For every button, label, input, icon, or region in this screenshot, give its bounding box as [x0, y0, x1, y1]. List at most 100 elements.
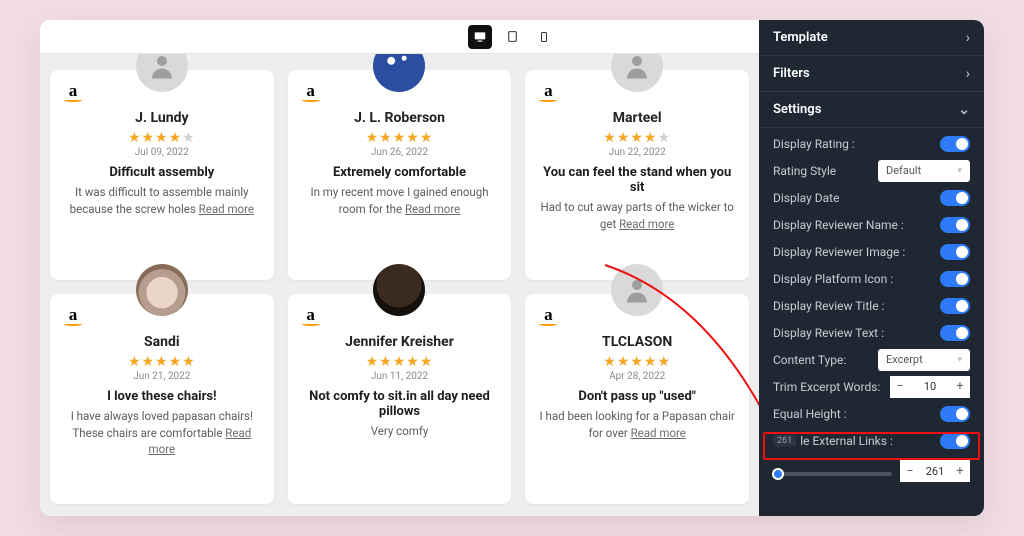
review-title: Extremely comfortable	[302, 165, 498, 180]
review-body: Very comfy	[302, 423, 498, 440]
stepper-increment[interactable]: +	[950, 460, 970, 482]
setting-display-review-text: Display Review Text :	[759, 319, 984, 346]
setting-slider: − 261 +	[759, 454, 984, 488]
review-body: I have always loved papasan chairs! Thes…	[64, 408, 260, 458]
review-body: It was difficult to assemble mainly beca…	[64, 184, 260, 217]
review-grid: aJ. Lundy★★★★★Jul 09, 2022Difficult asse…	[50, 70, 749, 504]
preview-area: aJ. Lundy★★★★★Jul 09, 2022Difficult asse…	[40, 54, 759, 516]
review-body: I had been looking for a Papasan chair f…	[539, 408, 735, 441]
avatar	[373, 264, 425, 316]
section-settings[interactable]: Settings ⌄	[759, 92, 984, 128]
setting-display-platform-icon: Display Platform Icon :	[759, 265, 984, 292]
setting-trim-excerpt: Trim Excerpt Words: − 10 +	[759, 373, 984, 400]
device-tablet-button[interactable]	[500, 25, 524, 49]
toggle-external-links[interactable]	[940, 433, 970, 449]
setting-display-reviewer-image: Display Reviewer Image :	[759, 238, 984, 265]
stepper-decrement[interactable]: −	[890, 376, 910, 398]
section-filters-label: Filters	[773, 66, 810, 81]
avatar	[611, 54, 663, 92]
section-filters[interactable]: Filters ›	[759, 56, 984, 92]
review-title: Don't pass up "used"	[539, 389, 735, 404]
read-more-link[interactable]: Read more	[199, 202, 254, 216]
select-rating-style[interactable]: Default▾	[878, 160, 970, 182]
reviewer-name: J. L. Roberson	[302, 110, 498, 126]
toggle-display-date[interactable]	[940, 190, 970, 206]
toggle-equal-height[interactable]	[940, 406, 970, 422]
setting-equal-height: Equal Height :	[759, 400, 984, 427]
avatar	[611, 264, 663, 316]
setting-display-review-title: Display Review Title :	[759, 292, 984, 319]
review-date: Jun 22, 2022	[539, 147, 735, 158]
toggle-display-review-text[interactable]	[940, 325, 970, 341]
review-date: Jun 21, 2022	[64, 371, 260, 382]
review-card: a J. L. Roberson ★★★★★Jun 26, 2022 Extremel…	[288, 70, 512, 280]
toggle-display-reviewer-image[interactable]	[940, 244, 970, 260]
platform-icon-amazon: a	[62, 306, 84, 328]
review-date: Jul 09, 2022	[64, 147, 260, 158]
toggle-display-platform-icon[interactable]	[940, 271, 970, 287]
review-body: In my recent move I gained enough room f…	[302, 184, 498, 217]
review-title: Not comfy to sit.in all day need pillows	[302, 389, 498, 419]
stepper-increment[interactable]: +	[950, 376, 970, 398]
review-card: a Jennifer Kreisher ★★★★★Jun 11, 2022 Not c…	[288, 294, 512, 504]
setting-rating-style: Rating Style Default▾	[759, 157, 984, 184]
rating-stars: ★★★★★	[539, 354, 735, 370]
review-card: a Sandi ★★★★★Jun 21, 2022 I love these chai…	[50, 294, 274, 504]
read-more-link[interactable]: Read more	[631, 426, 686, 440]
setting-external-links: 261 le External Links :	[759, 427, 984, 454]
stepper-decrement[interactable]: −	[900, 460, 920, 482]
select-content-type[interactable]: Excerpt▾	[878, 349, 970, 371]
stepper-slider-value[interactable]: − 261 +	[900, 460, 970, 482]
section-settings-label: Settings	[773, 102, 821, 117]
rating-stars: ★★★★★	[64, 130, 260, 146]
reviewer-name: Marteel	[539, 110, 735, 126]
app-stage: aJ. Lundy★★★★★Jul 09, 2022Difficult asse…	[40, 20, 984, 516]
toggle-display-rating[interactable]	[940, 136, 970, 152]
platform-icon-amazon: a	[537, 82, 559, 104]
avatar	[136, 264, 188, 316]
platform-icon-amazon: a	[300, 82, 322, 104]
chevron-down-icon: ⌄	[958, 102, 970, 118]
setting-content-type: Content Type: Excerpt▾	[759, 346, 984, 373]
review-date: Jun 11, 2022	[302, 371, 498, 382]
section-template-label: Template	[773, 30, 828, 45]
review-title: I love these chairs!	[64, 389, 260, 404]
width-slider[interactable]	[773, 472, 892, 476]
rating-stars: ★★★★★	[64, 354, 260, 370]
rating-stars: ★★★★★	[302, 354, 498, 370]
read-more-link[interactable]: Read more	[619, 217, 674, 231]
reviewer-name: Sandi	[64, 334, 260, 350]
review-card: a TLCLASON ★★★★★Apr 28, 2022 Don't pass up …	[525, 294, 749, 504]
device-desktop-button[interactable]	[468, 25, 492, 49]
review-card: a J. Lundy ★★★★★Jul 09, 2022 Difficult asse…	[50, 70, 274, 280]
read-more-link[interactable]: Read more	[405, 202, 460, 216]
reviewer-name: Jennifer Kreisher	[302, 334, 498, 350]
setting-display-reviewer-name: Display Reviewer Name :	[759, 211, 984, 238]
platform-icon-amazon: a	[62, 82, 84, 104]
section-template[interactable]: Template ›	[759, 20, 984, 56]
settings-panel: Display Rating : Rating Style Default▾ D…	[759, 128, 984, 496]
avatar	[373, 54, 425, 92]
reviewer-name: TLCLASON	[539, 334, 735, 350]
platform-icon-amazon: a	[300, 306, 322, 328]
chevron-down-icon: ▾	[957, 166, 962, 176]
chevron-right-icon: ›	[966, 66, 970, 82]
device-mobile-button[interactable]	[532, 25, 556, 49]
review-card: a Marteel ★★★★★Jun 22, 2022 You can feel th…	[525, 70, 749, 280]
review-date: Apr 28, 2022	[539, 371, 735, 382]
toggle-display-review-title[interactable]	[940, 298, 970, 314]
reviewer-name: J. Lundy	[64, 110, 260, 126]
read-more-link[interactable]: Read more	[149, 426, 252, 457]
review-title: Difficult assembly	[64, 165, 260, 180]
review-body: Had to cut away parts of the wicker to g…	[539, 199, 735, 232]
rating-stars: ★★★★★	[539, 130, 735, 146]
review-date: Jun 26, 2022	[302, 147, 498, 158]
setting-display-rating: Display Rating :	[759, 130, 984, 157]
stepper-trim-excerpt[interactable]: − 10 +	[890, 376, 970, 398]
toggle-display-reviewer-name[interactable]	[940, 217, 970, 233]
review-title: You can feel the stand when you sit	[539, 165, 735, 195]
platform-icon-amazon: a	[537, 306, 559, 328]
setting-display-date: Display Date	[759, 184, 984, 211]
rating-stars: ★★★★★	[302, 130, 498, 146]
hint-badge: 261	[773, 435, 796, 447]
